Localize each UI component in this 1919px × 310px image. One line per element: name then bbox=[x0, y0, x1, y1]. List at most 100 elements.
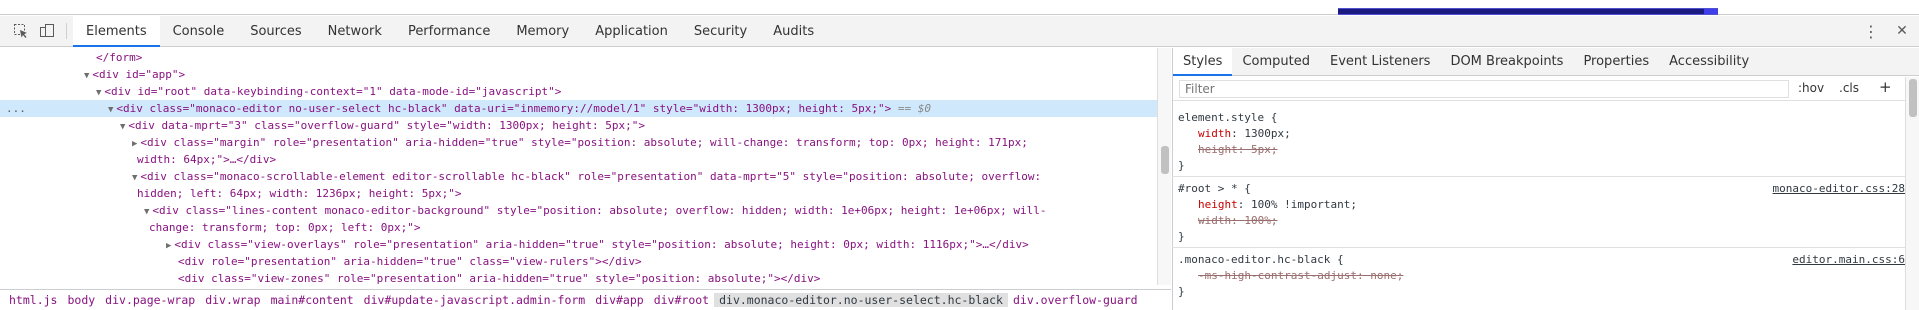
expanded-triangle-icon[interactable]: ▼ bbox=[132, 173, 137, 183]
property-value: 5px; bbox=[1251, 143, 1278, 156]
expanded-triangle-icon[interactable]: ▼ bbox=[96, 88, 101, 98]
breadcrumb-item[interactable]: body bbox=[62, 293, 100, 307]
selected-node-marker: == $0 bbox=[897, 102, 932, 115]
toolbar-divider bbox=[66, 23, 67, 39]
dom-node[interactable]: ▶ <div class="margin" role="presentation"… bbox=[0, 134, 1157, 151]
breadcrumb-item[interactable]: div#root bbox=[649, 293, 714, 307]
dom-node[interactable]: </form> bbox=[0, 49, 1157, 66]
style-rule-root-children: #root > * { monaco-editor.css:28 height: … bbox=[1178, 181, 1905, 245]
dom-node-continuation[interactable]: width: 64px;">…</div> bbox=[0, 151, 1157, 168]
rule-selector[interactable]: element.style { bbox=[1178, 111, 1277, 124]
node-actions-ellipsis[interactable]: ... bbox=[6, 100, 26, 117]
breadcrumb-item[interactable]: div#app bbox=[590, 293, 648, 307]
tab-styles[interactable]: Styles bbox=[1173, 48, 1233, 76]
elements-scrollbar[interactable] bbox=[1157, 48, 1171, 285]
tab-network[interactable]: Network bbox=[315, 16, 395, 46]
dom-node-text: <div class="view-zones" role="presentati… bbox=[178, 272, 821, 285]
device-toolbar-icon[interactable] bbox=[34, 16, 60, 46]
property-name: width bbox=[1198, 127, 1232, 140]
dom-node[interactable]: ▶ <div class="view-overlays" role="presen… bbox=[0, 236, 1157, 253]
style-property-overridden[interactable]: -ms-high-contrast-adjust: none; bbox=[1178, 268, 1905, 284]
new-style-rule-button[interactable]: + bbox=[1879, 78, 1892, 96]
collapsed-triangle-icon[interactable]: ▶ bbox=[132, 139, 137, 149]
property-name: height bbox=[1198, 143, 1238, 156]
dom-node-text: </form> bbox=[96, 51, 143, 64]
property-name: height bbox=[1198, 198, 1238, 211]
cls-toggle[interactable]: .cls bbox=[1839, 81, 1859, 95]
property-name: width bbox=[1198, 214, 1232, 227]
breadcrumb-item[interactable]: div.wrap bbox=[200, 293, 265, 307]
dom-node[interactable]: ▼ <div id="app"> bbox=[0, 66, 1157, 83]
dom-node[interactable]: <div class="view-zones" role="presentati… bbox=[0, 270, 1157, 285]
styles-scrollbar[interactable] bbox=[1905, 77, 1919, 310]
close-icon[interactable]: ✕ bbox=[1885, 23, 1919, 39]
dom-node-text: <div id="root" data-keybinding-context="… bbox=[104, 85, 562, 98]
rule-close-brace: } bbox=[1178, 285, 1185, 298]
breadcrumb-item[interactable]: html.js bbox=[4, 293, 62, 307]
dom-node-text: <div data-mprt="3" class="overflow-guard… bbox=[128, 119, 645, 132]
tab-application[interactable]: Application bbox=[582, 16, 681, 46]
styles-filter-row: :hov .cls + bbox=[1173, 77, 1906, 101]
tab-dom-breakpoints[interactable]: DOM Breakpoints bbox=[1440, 48, 1573, 75]
dom-node[interactable]: ▼ <div data-mprt="3" class="overflow-guar… bbox=[0, 117, 1157, 134]
dom-node-text: <div class="monaco-scrollable-element ed… bbox=[140, 170, 1042, 183]
rule-source-link[interactable]: monaco-editor.css:28 bbox=[1773, 181, 1905, 197]
dom-node-text: <div class="margin" role="presentation" … bbox=[140, 136, 1028, 149]
breadcrumb-item[interactable]: div.overflow-guard bbox=[1008, 293, 1143, 307]
tab-security[interactable]: Security bbox=[681, 16, 760, 46]
style-rule-element-style: element.style { width: 1300px; height: 5… bbox=[1178, 110, 1905, 174]
rule-selector[interactable]: .monaco-editor.hc-black { bbox=[1178, 253, 1344, 266]
monaco-editor-highlight bbox=[1338, 8, 1718, 15]
breadcrumb-item[interactable]: div#update-javascript.admin-form bbox=[359, 293, 591, 307]
dom-node[interactable]: ▼ <div class="lines-content monaco-editor… bbox=[0, 202, 1157, 219]
elements-dom-tree[interactable]: </form> ▼ <div id="app"> ▼ <div id="root" … bbox=[0, 48, 1157, 285]
style-property[interactable]: width: 1300px; bbox=[1178, 126, 1905, 142]
rule-source-link[interactable]: editor.main.css:6 bbox=[1792, 252, 1905, 268]
rule-selector[interactable]: #root > * { bbox=[1178, 182, 1251, 195]
dom-node[interactable]: ▼ <div class="monaco-scrollable-element e… bbox=[0, 168, 1157, 185]
property-value: 100% !important; bbox=[1251, 198, 1357, 211]
dom-node-text: <div class="monaco-editor no-user-select… bbox=[116, 102, 892, 115]
breadcrumb-item-active[interactable]: div.monaco-editor.no-user-select.hc-blac… bbox=[714, 293, 1008, 307]
dom-node-continuation[interactable]: hidden; left: 64px; width: 1236px; heigh… bbox=[0, 185, 1157, 202]
expanded-triangle-icon[interactable]: ▼ bbox=[108, 105, 113, 115]
dom-node-continuation[interactable]: change: transform; top: 0px; left: 0px;"… bbox=[0, 219, 1157, 236]
dom-node[interactable]: <div role="presentation" aria-hidden="tr… bbox=[0, 253, 1157, 270]
dom-node[interactable]: ▼ <div id="root" data-keybinding-context=… bbox=[0, 83, 1157, 100]
tab-elements[interactable]: Elements bbox=[73, 16, 160, 47]
breadcrumb-item[interactable]: div.page-wrap bbox=[100, 293, 200, 307]
dom-node-text: width: 64px;">…</div> bbox=[137, 153, 277, 166]
expanded-triangle-icon[interactable]: ▼ bbox=[120, 122, 125, 132]
dom-node-selected[interactable]: ... ▼ <div class="monaco-editor no-user-s… bbox=[0, 100, 1157, 117]
tab-accessibility[interactable]: Accessibility bbox=[1659, 48, 1759, 75]
expanded-triangle-icon[interactable]: ▼ bbox=[84, 71, 89, 81]
rule-divider bbox=[1172, 176, 1905, 177]
hov-toggle[interactable]: :hov bbox=[1798, 81, 1824, 95]
scrollbar-thumb[interactable] bbox=[1161, 146, 1169, 174]
inspect-element-icon[interactable] bbox=[8, 16, 34, 46]
tab-performance[interactable]: Performance bbox=[395, 16, 503, 46]
tab-console[interactable]: Console bbox=[160, 16, 238, 46]
tab-sources[interactable]: Sources bbox=[237, 16, 314, 46]
style-property[interactable]: height: 100% !important; bbox=[1178, 197, 1905, 213]
dom-node-text: <div id="app"> bbox=[92, 68, 186, 81]
dom-node-text: <div role="presentation" aria-hidden="tr… bbox=[178, 255, 642, 268]
tab-audits[interactable]: Audits bbox=[760, 16, 827, 46]
sidebar-tabs: Styles Computed Event Listeners DOM Brea… bbox=[1173, 48, 1919, 76]
style-property-overridden[interactable]: height: 5px; bbox=[1178, 142, 1905, 158]
styles-filter-input[interactable] bbox=[1179, 80, 1789, 98]
collapsed-triangle-icon[interactable]: ▶ bbox=[166, 241, 171, 251]
property-value: none; bbox=[1370, 269, 1404, 282]
property-value: 100%; bbox=[1244, 214, 1278, 227]
style-property-overridden[interactable]: width: 100%; bbox=[1178, 213, 1905, 229]
expanded-triangle-icon[interactable]: ▼ bbox=[144, 207, 149, 217]
rule-close-brace: } bbox=[1178, 159, 1185, 172]
tab-computed[interactable]: Computed bbox=[1232, 48, 1320, 75]
breadcrumb-item[interactable]: main#content bbox=[266, 293, 359, 307]
tab-event-listeners[interactable]: Event Listeners bbox=[1320, 48, 1440, 75]
scrollbar-thumb[interactable] bbox=[1909, 79, 1917, 117]
more-options-icon[interactable]: ⋮ bbox=[1857, 22, 1885, 41]
tab-memory[interactable]: Memory bbox=[503, 16, 582, 46]
inspected-page-strip bbox=[0, 0, 1919, 15]
tab-properties[interactable]: Properties bbox=[1573, 48, 1659, 75]
